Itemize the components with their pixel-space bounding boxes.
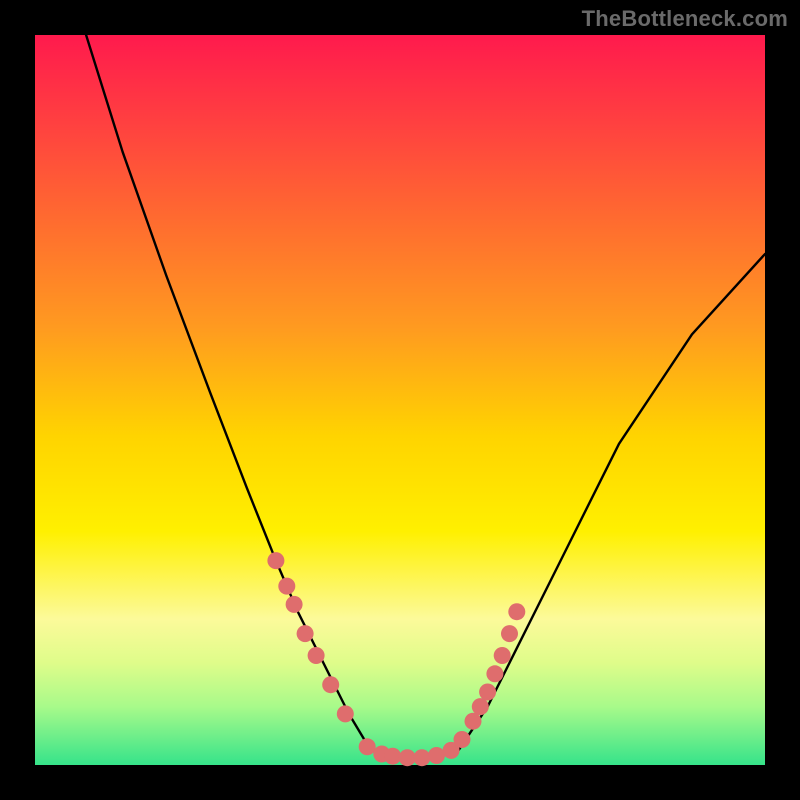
data-point [428, 747, 445, 764]
data-point [297, 625, 314, 642]
data-point [322, 676, 339, 693]
data-point [454, 731, 471, 748]
data-point [337, 705, 354, 722]
chart-frame: TheBottleneck.com [0, 0, 800, 800]
data-point [465, 713, 482, 730]
data-point [479, 684, 496, 701]
data-point [494, 647, 511, 664]
data-point [267, 552, 284, 569]
plot-area [35, 35, 765, 765]
data-point [308, 647, 325, 664]
data-point [501, 625, 518, 642]
watermark-text: TheBottleneck.com [582, 6, 788, 32]
data-point [278, 578, 295, 595]
data-point [286, 596, 303, 613]
series-right-branch [458, 254, 765, 750]
data-point [399, 749, 416, 766]
series-left-branch [86, 35, 371, 750]
data-point [413, 749, 430, 766]
data-point [359, 738, 376, 755]
curve-svg [35, 35, 765, 765]
data-point [486, 665, 503, 682]
data-point [508, 603, 525, 620]
data-point [384, 748, 401, 765]
data-point [472, 698, 489, 715]
